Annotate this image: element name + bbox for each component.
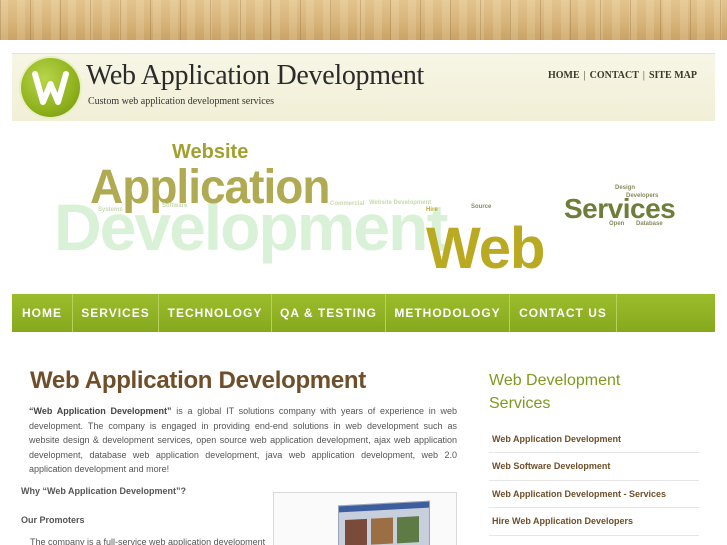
intro-company-name: “Web Application Development” — [29, 406, 172, 416]
nav-technology[interactable]: TECHNOLOGY — [159, 294, 272, 332]
banner-word-web: Web — [426, 216, 545, 281]
banner-word-small: Database — [636, 221, 663, 227]
banner-word-small: Hire — [426, 207, 438, 213]
browser-thumbnail-icon — [338, 500, 430, 545]
wood-banner-strip — [0, 0, 727, 40]
banner-word-small: Software — [162, 203, 188, 209]
site-tagline: Custom web application development servi… — [88, 96, 275, 107]
banner-word-small: Commercial — [330, 201, 365, 207]
logo-w-icon — [32, 71, 69, 105]
sidebar-item-web-application-development[interactable]: Web Application Development — [489, 426, 699, 454]
sidebar-item-web-software-development[interactable]: Web Software Development — [489, 453, 699, 481]
site-header: Web Application Development Custom web a… — [12, 53, 715, 121]
main-nav: HOME SERVICES TECHNOLOGY QA & TESTING ME… — [12, 294, 715, 332]
nav-home[interactable]: HOME — [12, 294, 73, 332]
banner-word-small: Open — [609, 221, 625, 227]
banner-word-small: Source — [471, 204, 492, 210]
top-link-contact[interactable]: CONTACT — [590, 70, 639, 81]
sidebar-title: Web Development Services — [489, 372, 621, 412]
sidebar-item-hire-developers[interactable]: Hire Web Application Developers — [489, 508, 699, 536]
nav-contact-us[interactable]: CONTACT US — [510, 294, 617, 332]
top-links: HOME | CONTACT | SITE MAP — [548, 70, 697, 81]
website-screenshot-image — [273, 492, 457, 545]
nav-services[interactable]: SERVICES — [73, 294, 159, 332]
sidebar-item-web-application-services[interactable]: Web Application Development - Services — [489, 481, 699, 509]
divider: | — [583, 70, 586, 81]
intro-paragraph: “Web Application Development” is a globa… — [29, 404, 457, 477]
banner-word-small: Developers — [626, 193, 659, 199]
page-title: Web Application Development — [30, 367, 366, 394]
logo[interactable] — [21, 58, 80, 117]
nav-methodology[interactable]: METHODOLOGY — [386, 294, 510, 332]
banner-word-small: Systems — [98, 207, 123, 213]
banner-word-application: Application — [90, 158, 330, 214]
top-link-home[interactable]: HOME — [548, 70, 580, 81]
banner-word-small: Website Development — [369, 200, 432, 206]
site-title: Web Application Development — [86, 60, 425, 91]
nav-qa-testing[interactable]: QA & TESTING — [272, 294, 386, 332]
banner-word-small: Design — [615, 185, 636, 191]
divider: | — [642, 70, 645, 81]
sidebar-services-list: Web Application Development Web Software… — [489, 426, 699, 536]
promoters-text: The company is a full-service web applic… — [30, 537, 266, 545]
promoters-heading: Our Promoters — [21, 515, 85, 525]
intro-text: is a global IT solutions company with ye… — [29, 406, 458, 475]
top-link-sitemap[interactable]: SITE MAP — [649, 70, 697, 81]
word-cloud-banner: Website Development Application Web Serv… — [12, 125, 715, 290]
why-heading: Why “Web Application Development”? — [21, 486, 187, 496]
